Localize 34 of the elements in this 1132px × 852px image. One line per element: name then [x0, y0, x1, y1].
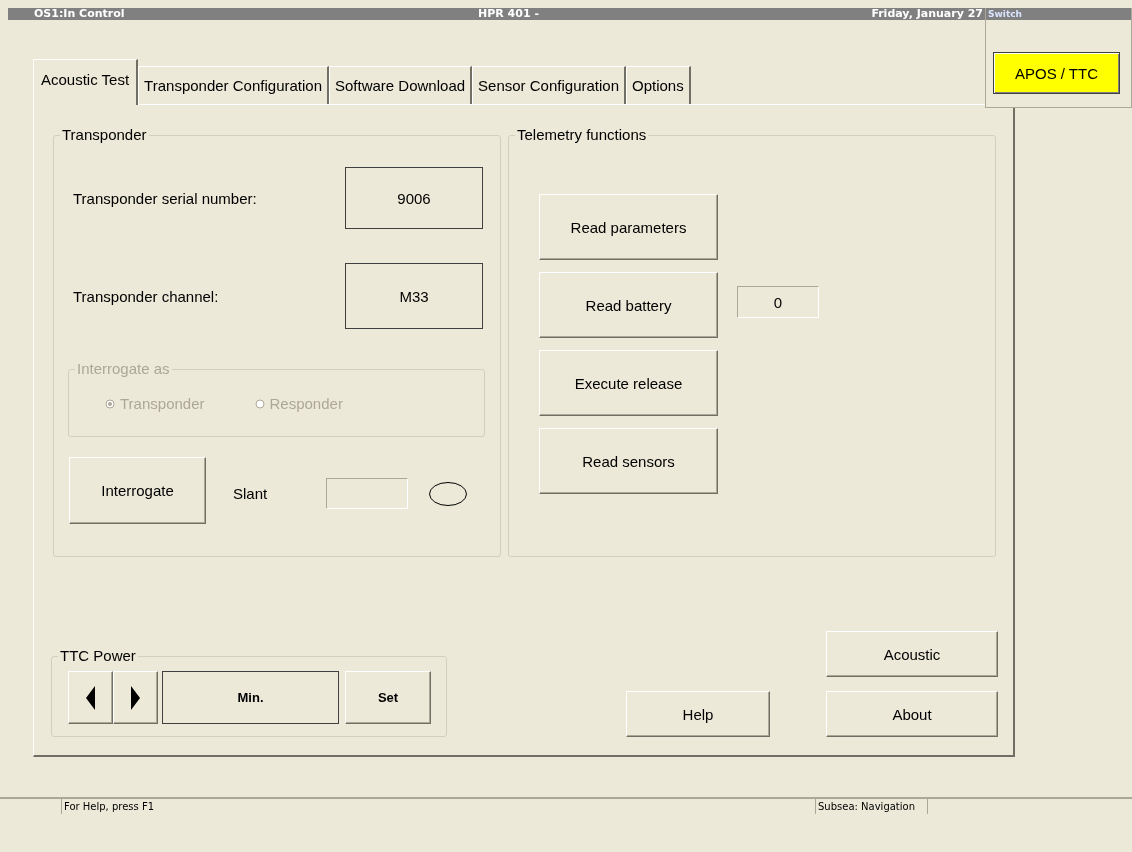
apos-ttc-button[interactable]: APOS / TTC [993, 52, 1120, 94]
acoustic-button[interactable]: Acoustic [826, 631, 998, 677]
group-title: Transponder [62, 126, 147, 143]
next-button[interactable] [113, 671, 158, 724]
value-field: M33 [345, 263, 483, 329]
help-button[interactable]: Help [626, 691, 770, 737]
telemetry-button[interactable]: Execute release [539, 350, 718, 416]
reading-field: 0 [737, 286, 819, 318]
tab[interactable]: Transponder Configuration [138, 66, 329, 104]
field-label: Transponder channel: [73, 287, 220, 305]
status-indicator [428, 480, 468, 507]
tab[interactable]: Sensor Configuration [472, 66, 626, 104]
title-text: HPR 401 - [478, 8, 539, 20]
value-field: 9006 [345, 167, 483, 229]
switch-title: Switch [986, 8, 1131, 20]
previous-button[interactable] [68, 671, 113, 724]
telemetry-button[interactable]: Read parameters [539, 194, 718, 260]
tab[interactable]: Acoustic Test [33, 59, 139, 105]
title-text: Friday, January 27 [871, 8, 983, 20]
status-text: Subsea: Navigation [816, 799, 928, 814]
title-text: OS1:In Control [34, 8, 126, 20]
field-label: Transponder serial number: [73, 189, 258, 207]
interrogate-button[interactable]: Interrogate [69, 457, 206, 524]
slant-field[interactable] [326, 478, 408, 509]
status-text: For Help, press F1 [62, 799, 816, 814]
telemetry-button[interactable]: Read sensors [539, 428, 718, 494]
tab[interactable]: Software Download [329, 66, 473, 104]
slant-label: Slant [233, 485, 269, 502]
about-button[interactable]: About [826, 691, 998, 737]
power-value-field: Min. [162, 671, 339, 724]
set-button[interactable]: Set [345, 671, 431, 724]
tab[interactable]: Options [626, 66, 691, 104]
telemetry-button[interactable]: Read battery [539, 272, 718, 338]
group-title: Telemetry functions [517, 126, 647, 143]
